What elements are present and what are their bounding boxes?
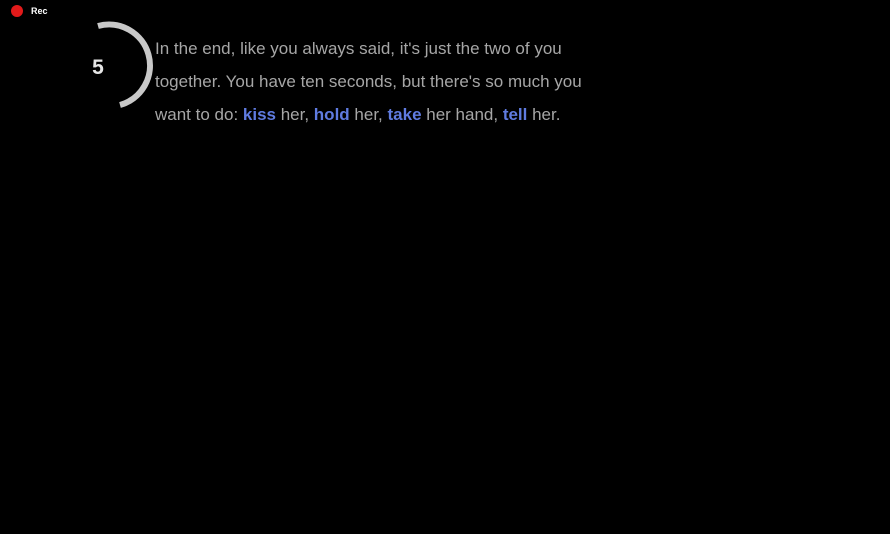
story-connector-text: her. <box>527 105 561 124</box>
story-connector-text: her, <box>275 105 314 124</box>
countdown-timer: 5 <box>64 20 154 114</box>
story-connector-text: her hand, <box>421 105 503 124</box>
story-connector-text: her, <box>349 105 388 124</box>
record-dot-icon <box>11 5 23 17</box>
action-take[interactable]: take <box>388 105 422 124</box>
story-passage: In the end, like you always said, it's j… <box>155 32 595 131</box>
countdown-seconds: 5 <box>92 56 104 79</box>
action-tell[interactable]: tell <box>503 105 528 124</box>
action-hold[interactable]: hold <box>314 105 350 124</box>
recording-label: Rec <box>31 6 48 16</box>
recording-indicator: Rec <box>11 5 48 17</box>
action-kiss[interactable]: kiss <box>243 105 276 124</box>
